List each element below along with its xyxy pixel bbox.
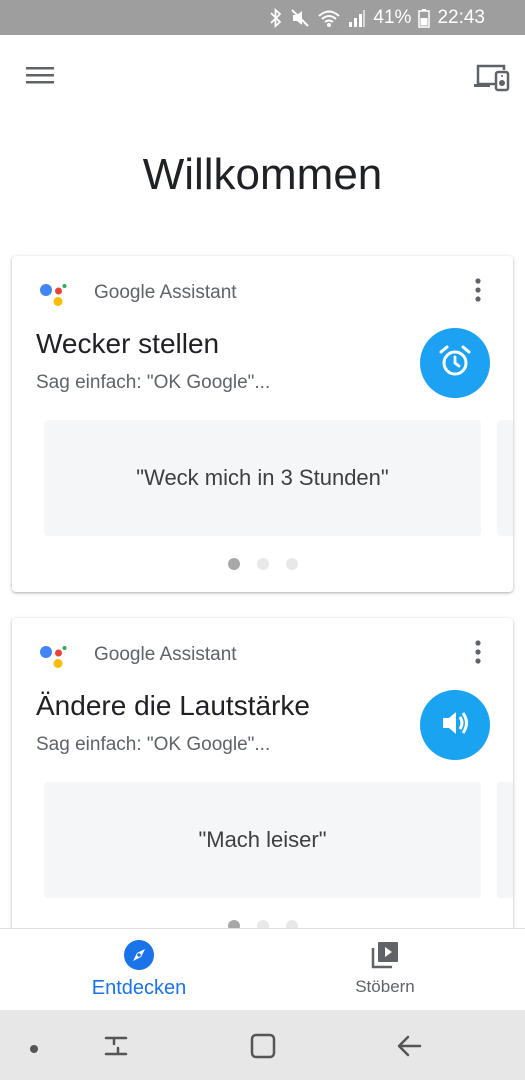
card-source: Google Assistant bbox=[94, 282, 237, 303]
bottom-navigation: Entdecken Stöbern bbox=[0, 928, 525, 1010]
suggestion-chip-next[interactable] bbox=[497, 782, 513, 898]
pager-dot bbox=[256, 558, 269, 570]
status-bar: 41% 22:43 bbox=[0, 0, 525, 35]
tab-stoebern[interactable]: Stöbern bbox=[254, 929, 516, 1011]
suggestion-chip-next[interactable] bbox=[497, 420, 513, 536]
signal-icon bbox=[348, 8, 366, 28]
card-title: Ändere die Lautstärke bbox=[36, 690, 310, 721]
pager-dot bbox=[285, 558, 298, 570]
pager-dot bbox=[227, 558, 240, 570]
card-title: Wecker stellen bbox=[36, 328, 220, 359]
assistant-card[interactable]: Google Assistant Wecker stellen Sag einf… bbox=[12, 256, 513, 592]
card-subtitle: Sag einfach: "OK Google"... bbox=[36, 372, 271, 393]
volume-action-button[interactable] bbox=[420, 690, 490, 760]
recent-apps-icon[interactable] bbox=[100, 1032, 132, 1065]
home-icon[interactable] bbox=[248, 1032, 278, 1065]
google-assistant-logo-icon bbox=[38, 642, 70, 670]
tab-label: Stöbern bbox=[355, 977, 415, 996]
more-vert-icon[interactable] bbox=[466, 638, 490, 668]
volume-icon bbox=[437, 705, 473, 746]
suggestion-chip[interactable]: "Weck mich in 3 Stunden" bbox=[44, 420, 481, 536]
devices-icon[interactable] bbox=[472, 58, 512, 96]
back-icon[interactable] bbox=[394, 1032, 426, 1065]
hamburger-menu-icon[interactable] bbox=[22, 60, 60, 92]
card-source: Google Assistant bbox=[94, 644, 237, 665]
suggestion-chip[interactable]: "Mach leiser" bbox=[44, 782, 481, 898]
clock: 22:43 bbox=[437, 6, 485, 28]
media-library-icon bbox=[369, 939, 401, 976]
screen: 41% 22:43 Willkommen Google Assistant We… bbox=[0, 0, 525, 1080]
battery-percent: 41% bbox=[373, 6, 412, 28]
page-title: Willkommen bbox=[142, 150, 383, 199]
card-subtitle: Sag einfach: "OK Google"... bbox=[36, 734, 271, 755]
wifi-icon bbox=[317, 8, 341, 28]
mute-icon bbox=[290, 8, 310, 28]
bluetooth-icon bbox=[269, 7, 283, 28]
dot-indicator-icon[interactable] bbox=[29, 1041, 39, 1059]
more-vert-icon[interactable] bbox=[466, 276, 490, 306]
system-navigation-bar bbox=[0, 1010, 525, 1080]
battery-icon bbox=[418, 8, 431, 28]
tab-entdecken[interactable]: Entdecken bbox=[8, 929, 270, 1011]
assistant-card[interactable]: Google Assistant Ändere die Lautstärke S… bbox=[12, 618, 513, 938]
google-assistant-logo-icon bbox=[38, 280, 70, 308]
tab-label: Entdecken bbox=[91, 977, 187, 999]
alarm-clock-icon bbox=[436, 342, 474, 385]
compass-icon bbox=[123, 939, 155, 976]
alarm-action-button[interactable] bbox=[420, 328, 490, 398]
pager-dots bbox=[12, 558, 513, 570]
